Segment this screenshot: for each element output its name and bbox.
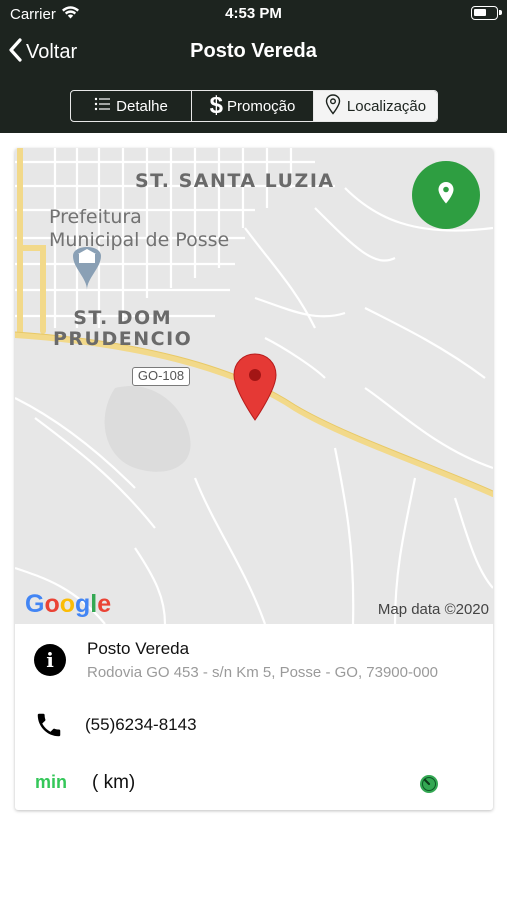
phone-icon[interactable] — [34, 710, 64, 745]
tab-detalhe-label: Detalhe — [116, 97, 168, 115]
station-phone[interactable]: (55)6234-8143 — [85, 715, 197, 735]
app-header: Carrier 4:53 PM Voltar Posto Vereda Deta… — [0, 0, 507, 133]
station-address: Rodovia GO 453 - s/n Km 5, Posse - GO, 7… — [87, 664, 439, 681]
info-icon: i — [34, 644, 66, 676]
location-pin-icon — [325, 93, 347, 119]
tab-promocao-label: Promoção — [226, 97, 296, 115]
map-view[interactable]: ST. SANTA LUZIA Prefeitura Municipal de … — [15, 148, 493, 624]
navigation-bar: Voltar Posto Vereda — [0, 30, 507, 74]
distance-label: ( km) — [92, 772, 136, 793]
locate-button[interactable] — [412, 161, 480, 229]
tab-localizacao[interactable]: Localização — [314, 91, 437, 121]
location-marker-icon — [437, 181, 455, 210]
map-label-prefeitura-line1: Prefeitura — [49, 206, 142, 228]
tab-promocao[interactable]: $ Promoção — [192, 91, 314, 121]
map-label-dom-prudencio: ST. DOM PRUDENCIO — [53, 308, 192, 350]
list-icon — [94, 97, 116, 115]
map-label-prefeitura-line2: Municipal de Posse — [49, 229, 230, 251]
battery-icon — [471, 6, 502, 20]
tab-detalhe[interactable]: Detalhe — [71, 91, 192, 121]
map-attribution[interactable]: Map data ©2020 — [378, 601, 489, 618]
map-marker-icon[interactable] — [232, 352, 278, 427]
timer-icon — [419, 774, 439, 799]
page-title: Posto Vereda — [190, 40, 317, 62]
tab-localizacao-label: Localização — [346, 97, 427, 115]
dollar-icon: $ — [209, 92, 223, 119]
duration-label: min — [35, 772, 68, 792]
map-label-prefeitura: Prefeitura Municipal de Posse — [49, 206, 229, 252]
status-bar: Carrier 4:53 PM — [0, 0, 507, 28]
map-label-dom-line2: PRUDENCIO — [53, 328, 193, 350]
map-label-santa-luzia: ST. SANTA LUZIA — [135, 170, 335, 192]
location-card: ST. SANTA LUZIA Prefeitura Municipal de … — [15, 148, 493, 810]
tab-segmented-control: Detalhe $ Promoção Localização — [70, 90, 438, 122]
map-label-dom-line1: ST. DOM — [73, 307, 173, 329]
google-logo: Google — [25, 590, 112, 618]
road-shield: GO-108 — [132, 367, 190, 386]
station-name: Posto Vereda — [87, 639, 190, 658]
clock: 4:53 PM — [225, 5, 282, 22]
